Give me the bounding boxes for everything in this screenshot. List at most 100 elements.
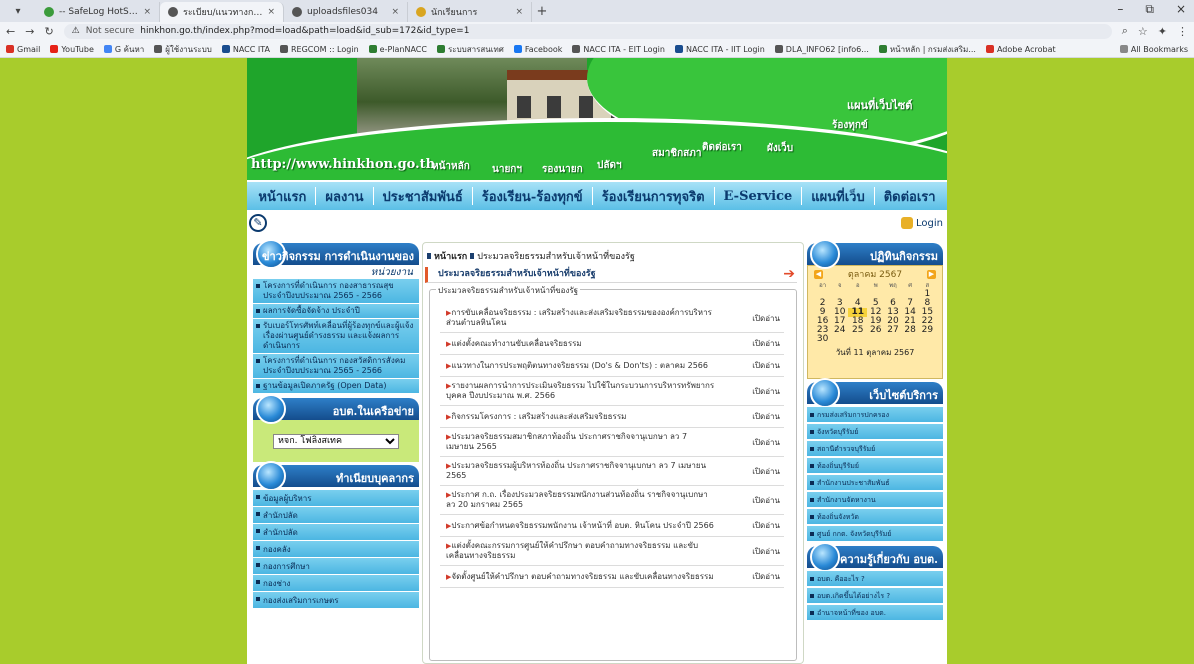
news-item[interactable]: โครงการที่ดำเนินการ กองสวัสดิการสังคม ปร… <box>253 354 419 379</box>
service-link[interactable]: สำนักงานประชาสัมพันธ์ <box>807 475 943 492</box>
read-link[interactable]: เปิดอ่าน <box>752 570 780 583</box>
url-text[interactable]: hinkhon.go.th/index.php?mod=load&path=lo… <box>140 26 469 36</box>
staff-item[interactable]: กองคลัง <box>253 541 419 558</box>
banner-link-webmap[interactable]: ผังเว็บ <box>767 141 793 156</box>
tab-close-icon[interactable]: × <box>267 7 275 17</box>
bookmark-item[interactable]: NACC ITA - IIT Login <box>674 43 765 56</box>
service-link[interactable]: ศูนย์ กกต. จังหวัดบุรีรัมย์ <box>807 526 943 543</box>
document-link[interactable]: ประมวลจริยธรรมผู้บริหารท้องถิ่น ประกาศรา… <box>446 461 716 481</box>
close-window-icon[interactable]: × <box>1176 2 1186 17</box>
bookmark-item[interactable]: ผู้ใช้งานระบบ <box>154 43 212 56</box>
tab-close-icon[interactable]: × <box>515 7 523 17</box>
bookmark-star-icon[interactable]: ☆ <box>1138 25 1148 38</box>
service-link[interactable]: สำนักงานจัดหางาน <box>807 492 943 509</box>
read-link[interactable]: เปิดอ่าน <box>752 410 780 423</box>
document-link[interactable]: รายงานผลการนำการประเมินจริยธรรม ไปใช้ในก… <box>446 381 716 401</box>
menu-item[interactable]: ร้องเรียนการทุจริต <box>593 186 714 207</box>
news-item[interactable]: รับเบอร์โทรศัพท์เคลื่อนที่ผู้ร้องทุกข์แล… <box>253 319 419 354</box>
menu-item[interactable]: E-Service <box>715 189 802 204</box>
document-link[interactable]: แต่งตั้งคณะทำงานขับเคลื่อนจริยธรรม <box>446 339 716 349</box>
banner-link-home[interactable]: หน้าหลัก <box>432 159 470 174</box>
reload-icon[interactable]: ↻ <box>44 25 53 38</box>
knowledge-link[interactable]: อบต. คืออะไร ? <box>807 571 943 588</box>
service-link[interactable]: ท้องถิ่นบุรีรัมย์ <box>807 458 943 475</box>
next-month-icon[interactable]: ▶ <box>926 269 936 279</box>
banner-link-complaint[interactable]: ร้องทุกข์ <box>832 118 868 133</box>
calendar-day[interactable]: 25 <box>848 326 867 335</box>
news-item[interactable]: ฐานข้อมูลเปิดภาครัฐ (Open Data) <box>253 379 419 394</box>
browser-tab[interactable]: ระเบียบ/แนวทางการดำเนินงาน × <box>160 2 284 22</box>
tab-search-icon[interactable]: ▾ <box>0 0 36 22</box>
browser-tab[interactable]: นักเรียนการ × <box>408 2 532 22</box>
bookmark-item[interactable]: YouTube <box>50 43 94 56</box>
banner-link-council[interactable]: สมาชิกสภา <box>652 146 701 161</box>
read-link[interactable]: เปิดอ่าน <box>752 436 780 449</box>
menu-item[interactable]: ติดต่อเรา <box>875 186 945 207</box>
bookmark-item[interactable]: e-PlanNACC <box>368 43 427 56</box>
service-link[interactable]: ท้องถิ่นจังหวัด <box>807 509 943 526</box>
forward-icon[interactable]: → <box>25 25 34 38</box>
document-link[interactable]: แต่งตั้งคณะกรรมการศูนย์ให้คำปรึกษา ตอบคำ… <box>446 541 716 561</box>
bookmark-item[interactable]: Adobe Acrobat <box>985 43 1056 56</box>
banner-link-contact[interactable]: ติดต่อเรา <box>702 140 742 155</box>
document-link[interactable]: ประมวลจริยธรรมสมาชิกสภาท้องถิ่น ประกาศรา… <box>446 432 716 452</box>
document-link[interactable]: ประกาศ ก.ถ. เรื่องประมวลจริยธรรมพนักงานส… <box>446 490 716 510</box>
read-link[interactable]: เปิดอ่าน <box>752 337 780 350</box>
document-link[interactable]: ประกาศข้อกำหนดจริยธรรมพนักงาน เจ้าหน้าที… <box>446 521 716 531</box>
banner-link-deputy[interactable]: รองนายก <box>542 162 583 177</box>
staff-item[interactable]: กองส่งเสริมการเกษตร <box>253 592 419 609</box>
staff-item[interactable]: สำนักปลัด <box>253 507 419 524</box>
bookmark-item[interactable]: Facebook <box>513 43 562 56</box>
bookmark-item[interactable]: หน้าหลัก | กรมส่งเสริม... <box>878 43 976 56</box>
staff-item[interactable]: กองช่าง <box>253 575 419 592</box>
document-link[interactable]: การขับเคลื่อนจริยธรรม : เสริมสร้างและส่ง… <box>446 308 716 328</box>
prev-month-icon[interactable]: ◀ <box>814 269 823 279</box>
bookmark-item[interactable]: NACC ITA - EIT Login <box>572 43 665 56</box>
arrow-right-icon[interactable]: ➔ <box>783 267 795 281</box>
menu-item[interactable]: ผลงาน <box>316 186 372 207</box>
browser-tab[interactable]: -- SafeLog HotSpot Wifi Interne × <box>36 2 160 22</box>
banner-link-mayor[interactable]: นายกฯ <box>492 162 522 177</box>
calendar-day[interactable]: 28 <box>902 326 919 335</box>
read-link[interactable]: เปิดอ่าน <box>752 359 780 372</box>
read-link[interactable]: เปิดอ่าน <box>752 494 780 507</box>
tab-close-icon[interactable]: × <box>143 7 151 17</box>
bookmark-item[interactable]: G ค้นหา <box>103 43 144 56</box>
staff-item[interactable]: สำนักปลัด <box>253 524 419 541</box>
knowledge-link[interactable]: อำนาจหน้าที่ของ อบต. <box>807 605 943 622</box>
breadcrumb-home[interactable]: หน้าแรก <box>434 249 467 263</box>
new-tab-button[interactable]: + <box>532 2 552 22</box>
menu-item[interactable]: หน้าแรก <box>249 186 315 207</box>
calendar-day[interactable]: 30 <box>814 335 831 344</box>
calendar-day[interactable]: 26 <box>867 326 884 335</box>
network-select[interactable]: หจก. โฟลิ่งสเทค <box>273 433 399 449</box>
staff-item[interactable]: กองการศึกษา <box>253 558 419 575</box>
banner-link-sitemap[interactable]: แผนที่เว็บไซต์ <box>847 96 912 114</box>
bookmark-item[interactable]: ระบบสารสนเทศ <box>436 43 504 56</box>
login-link[interactable]: Login <box>901 217 943 229</box>
menu-item[interactable]: ร้องเรียน-ร้องทุกข์ <box>473 186 592 207</box>
zoom-icon[interactable]: ⌕ <box>1122 24 1128 38</box>
calendar-day[interactable]: 27 <box>884 326 901 335</box>
read-link[interactable]: เปิดอ่าน <box>752 519 780 532</box>
bookmark-item[interactable]: NACC ITA <box>221 43 270 56</box>
restore-icon[interactable]: ⧉ <box>1145 2 1154 17</box>
browser-tab[interactable]: uploadsfiles034 × <box>284 2 408 22</box>
menu-icon[interactable]: ⋮ <box>1177 25 1188 38</box>
service-link[interactable]: กรมส่งเสริมการปกครอง <box>807 407 943 424</box>
news-item[interactable]: โครงการที่ดำเนินการ กองสาธารณสุข ประจำปี… <box>253 279 419 304</box>
extensions-icon[interactable]: ✦ <box>1158 25 1167 38</box>
minimize-icon[interactable]: – <box>1117 2 1123 17</box>
tab-close-icon[interactable]: × <box>391 7 399 17</box>
service-link[interactable]: สถานีตำรวจบุรีรัมย์ <box>807 441 943 458</box>
all-bookmarks-button[interactable]: All Bookmarks <box>1119 45 1188 54</box>
menu-item[interactable]: ประชาสัมพันธ์ <box>374 186 472 207</box>
document-link[interactable]: แนวทางในการประพฤติตนทางจริยธรรม (Do's & … <box>446 361 716 371</box>
banner-link-clerk[interactable]: ปลัดฯ <box>597 158 622 173</box>
document-link[interactable]: กิจกรรมโครงการ : เสริมสร้างและส่งเสริมจร… <box>446 412 716 422</box>
document-link[interactable]: จัดตั้งศูนย์ให้คำปรึกษา ตอบคำถามทางจริยธ… <box>446 572 716 582</box>
calendar-day[interactable]: 24 <box>831 326 848 335</box>
bookmark-item[interactable]: Gmail <box>6 43 40 56</box>
bookmark-item[interactable]: REGCOM :: Login <box>279 43 359 56</box>
read-link[interactable]: เปิดอ่าน <box>752 545 780 558</box>
